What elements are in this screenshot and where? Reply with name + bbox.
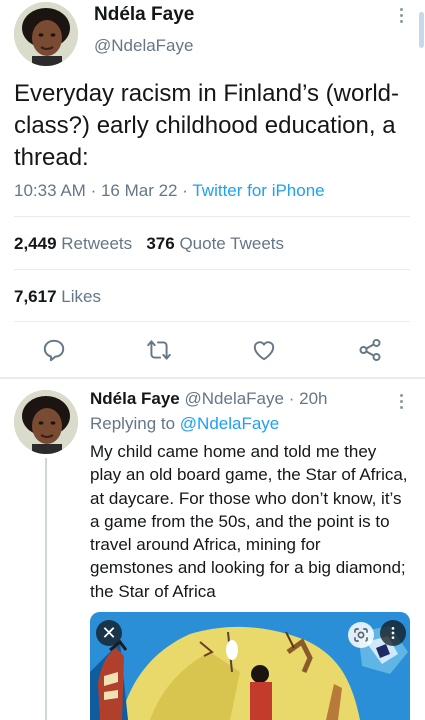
thread-line — [45, 458, 47, 720]
reply-author-name[interactable]: Ndéla Faye — [90, 389, 180, 408]
tweet-time: 10:33 AM — [14, 181, 86, 200]
reply-header: Ndéla Faye @NdelaFaye · 20h — [90, 389, 327, 409]
more-vertical-icon[interactable] — [380, 620, 406, 646]
replying-to-link[interactable]: @NdelaFaye — [180, 414, 279, 433]
tweet-date: 16 Mar 22 — [100, 181, 178, 200]
more-vertical-icon[interactable] — [392, 389, 410, 413]
quotes-label[interactable]: Quote Tweets — [179, 234, 284, 253]
replying-prefix: Replying to — [90, 414, 176, 433]
reply-age: 20h — [299, 389, 328, 408]
retweets-label[interactable]: Retweets — [61, 234, 132, 253]
tweet-source-link[interactable]: Twitter for iPhone — [192, 181, 324, 200]
meta-separator: · — [90, 181, 97, 200]
retweet-icon[interactable] — [141, 332, 177, 368]
reply-text: My child came home and told me they play… — [90, 442, 408, 601]
media-image[interactable]: ✕ — [90, 612, 410, 720]
author-avatar[interactable] — [14, 2, 78, 66]
tweet-meta: 10:33 AM · 16 Mar 22 · Twitter for iPhon… — [14, 181, 325, 201]
quotes-count[interactable]: 376 — [146, 234, 174, 253]
reply-author-handle[interactable]: @NdelaFaye — [185, 389, 284, 408]
likes-count[interactable]: 7,617 — [14, 287, 57, 306]
replying-to: Replying to @NdelaFaye — [90, 414, 279, 434]
tweet-text: Everyday racism in Finland’s (world-clas… — [14, 80, 400, 171]
scrollbar[interactable] — [419, 12, 424, 48]
meta-separator: · — [288, 389, 295, 408]
likes-label[interactable]: Likes — [61, 287, 101, 306]
more-vertical-icon[interactable] — [392, 3, 410, 27]
divider — [14, 321, 410, 322]
reply-author-avatar[interactable] — [14, 390, 78, 454]
close-icon[interactable]: ✕ — [96, 620, 122, 646]
divider — [14, 216, 410, 217]
author-handle[interactable]: @NdelaFaye — [94, 36, 193, 56]
heart-icon[interactable] — [246, 332, 282, 368]
retweet-stats: 2,449 Retweets 376 Quote Tweets — [14, 234, 284, 254]
author-name[interactable]: Ndéla Faye — [94, 4, 194, 26]
meta-separator: · — [182, 181, 188, 200]
section-divider — [0, 377, 425, 379]
like-stats: 7,617 Likes — [14, 287, 101, 307]
share-icon[interactable] — [352, 332, 388, 368]
reply-icon[interactable] — [36, 332, 72, 368]
retweets-count[interactable]: 2,449 — [14, 234, 57, 253]
divider — [14, 269, 410, 270]
action-bar — [0, 332, 425, 368]
google-lens-icon[interactable] — [348, 622, 374, 648]
